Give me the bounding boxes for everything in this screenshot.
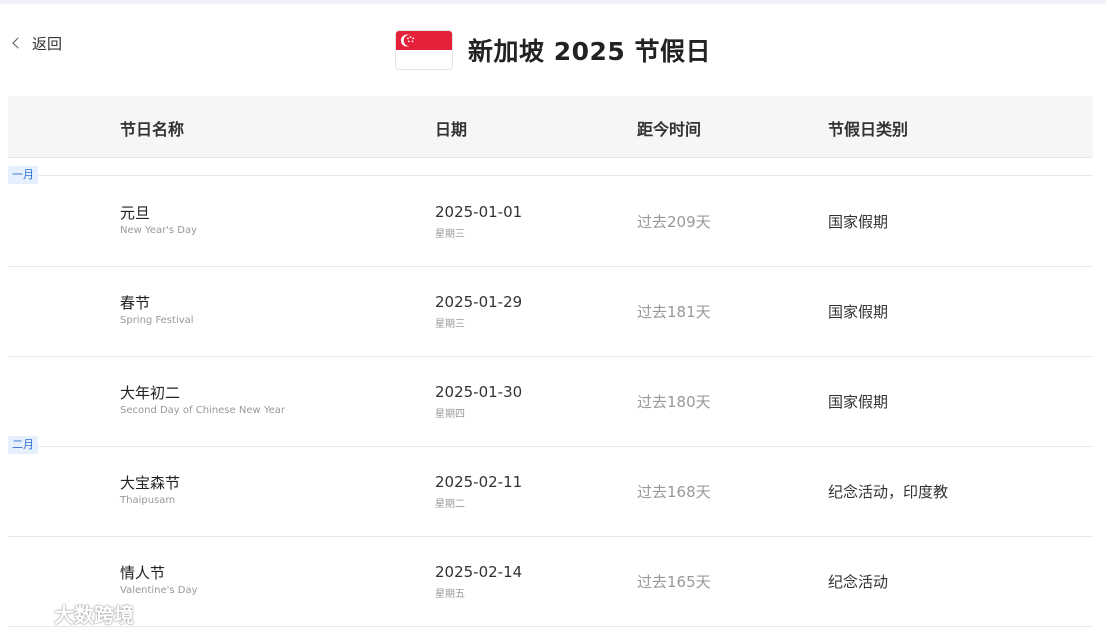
holiday-date: 2025-02-14 (435, 563, 523, 581)
holiday-weekday: 星期五 (435, 589, 465, 600)
table-row[interactable]: 大年初二 Second Day of Chinese New Year 2025… (8, 356, 1093, 447)
chevron-left-icon (12, 37, 24, 49)
watermark-logo-icon (10, 604, 48, 622)
page-title: 新加坡 2025 节假日 (468, 37, 711, 66)
holiday-name: 元旦 (120, 204, 151, 222)
holiday-name: 大年初二 (120, 384, 181, 402)
holiday-category: 纪念活动 (828, 573, 889, 591)
holiday-date: 2025-01-30 (435, 383, 523, 401)
table-header: 节日名称 日期 距今时间 节假日类别 (8, 96, 1093, 158)
watermark-text: 大数跨境 (54, 602, 134, 627)
holiday-date: 2025-01-29 (435, 293, 523, 311)
holiday-time-since: 过去181天 (637, 303, 711, 321)
holiday-time-since: 过去209天 (637, 213, 711, 231)
holiday-category: 国家假期 (828, 393, 889, 411)
holiday-category: 国家假期 (828, 303, 889, 321)
holiday-date: 2025-02-11 (435, 473, 523, 491)
holiday-category: 纪念活动，印度教 (828, 483, 949, 501)
column-header-date: 日期 (435, 120, 468, 139)
holiday-time-since: 过去180天 (637, 393, 711, 411)
watermark: 大数跨境 (8, 598, 134, 628)
holiday-time-since: 过去168天 (637, 483, 711, 501)
table-row[interactable]: 大宝森节 Thaipusam 2025-02-11 星期二 过去168天 纪念活… (8, 446, 1093, 537)
column-header-category: 节假日类别 (828, 120, 909, 139)
holiday-weekday: 星期三 (435, 319, 465, 330)
holiday-name: 大宝森节 (120, 474, 181, 492)
holiday-name: 春节 (120, 294, 151, 312)
holiday-name-en: New Year's Day (120, 225, 198, 236)
holiday-name-en: Thaipusam (120, 495, 176, 506)
top-strip (0, 0, 1106, 4)
holiday-category: 国家假期 (828, 213, 889, 231)
holiday-name: 情人节 (120, 564, 166, 582)
holiday-name-en: Valentine's Day (120, 585, 198, 596)
column-header-name: 节日名称 (120, 120, 185, 139)
holiday-weekday: 星期三 (435, 229, 465, 240)
table-row[interactable]: 元旦 New Year's Day 2025-01-01 星期三 过去209天 … (8, 176, 1093, 267)
holiday-weekday: 星期四 (435, 409, 465, 420)
column-header-time-since: 距今时间 (637, 120, 702, 139)
holiday-name-en: Second Day of Chinese New Year (120, 405, 286, 416)
back-label: 返回 (32, 34, 63, 53)
singapore-flag-icon (396, 31, 452, 69)
holiday-weekday: 星期二 (435, 499, 465, 510)
page-header: 新加坡 2025 节假日 (396, 30, 711, 70)
table-row[interactable]: 春节 Spring Festival 2025-01-29 星期三 过去181天… (8, 266, 1093, 357)
back-button[interactable]: 返回 (12, 34, 63, 53)
holiday-time-since: 过去165天 (637, 573, 711, 591)
table-row[interactable]: 情人节 Valentine's Day 2025-02-14 星期五 过去165… (8, 536, 1093, 627)
holiday-name-en: Spring Festival (120, 315, 194, 326)
holiday-date: 2025-01-01 (435, 203, 523, 221)
